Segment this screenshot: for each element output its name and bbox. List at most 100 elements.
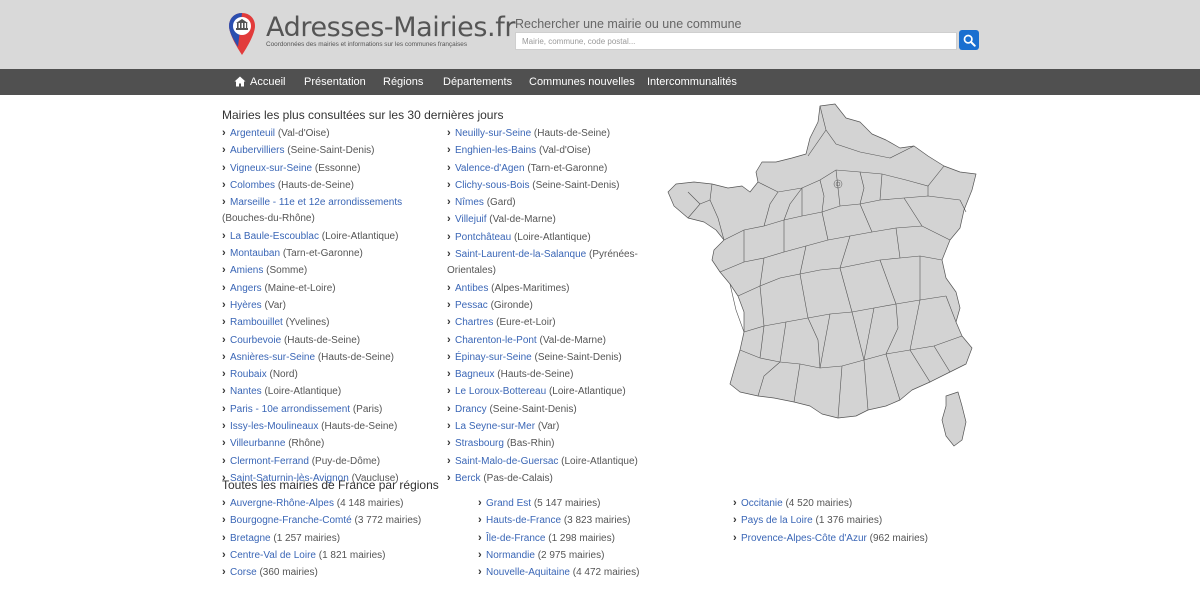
list-item: › Courbevoie (Hauts-de-Seine) bbox=[222, 332, 442, 349]
region-link[interactable]: Normandie bbox=[486, 550, 535, 561]
region-link[interactable]: Centre-Val de Loire bbox=[230, 550, 316, 561]
list-item: › Issy-les-Moulineaux (Hauts-de-Seine) bbox=[222, 418, 442, 435]
mairie-link[interactable]: Charenton-le-Pont bbox=[455, 335, 537, 346]
chevron-right-icon: › bbox=[447, 298, 451, 311]
item-context: (Tarn-et-Garonne) bbox=[527, 162, 608, 174]
item-context: (Gironde) bbox=[490, 299, 533, 311]
list-item: › Clichy-sous-Bois (Seine-Saint-Denis) bbox=[447, 177, 647, 194]
list-item: › Nîmes (Gard) bbox=[447, 194, 647, 211]
mairie-link[interactable]: Clermont-Ferrand bbox=[230, 456, 309, 467]
list-item: › Hauts-de-France (3 823 mairies) bbox=[478, 512, 728, 529]
nav-item-regions[interactable]: Régions bbox=[383, 69, 423, 95]
mairie-link[interactable]: Neuilly-sur-Seine bbox=[455, 128, 531, 139]
mairie-link[interactable]: Saint-Malo-de-Guersac bbox=[455, 456, 558, 467]
region-link[interactable]: Corse bbox=[230, 567, 257, 578]
mairie-link[interactable]: La Baule-Escoublac bbox=[230, 231, 319, 242]
mairie-link[interactable]: Chartres bbox=[455, 317, 493, 328]
chevron-right-icon: › bbox=[447, 316, 451, 329]
nav-item-presentation[interactable]: Présentation bbox=[304, 69, 366, 95]
chevron-right-icon: › bbox=[447, 368, 451, 381]
chevron-right-icon: › bbox=[447, 213, 451, 226]
mairie-link[interactable]: Hyères bbox=[230, 300, 262, 311]
mairie-link[interactable]: Clichy-sous-Bois bbox=[455, 180, 529, 191]
mairie-link[interactable]: Le Loroux-Bottereau bbox=[455, 386, 546, 397]
list-item: › Pontchâteau (Loire-Atlantique) bbox=[447, 229, 647, 246]
mairie-link[interactable]: Colombes bbox=[230, 180, 275, 191]
list-item: › Strasbourg (Bas-Rhin) bbox=[447, 435, 647, 452]
mairie-link[interactable]: Antibes bbox=[455, 283, 488, 294]
chevron-right-icon: › bbox=[222, 144, 226, 157]
france-departments-map[interactable] bbox=[660, 100, 990, 450]
chevron-right-icon: › bbox=[478, 531, 482, 544]
mairie-link[interactable]: Pessac bbox=[455, 300, 488, 311]
mairie-link[interactable]: Asnières-sur-Seine bbox=[230, 352, 315, 363]
chevron-right-icon: › bbox=[447, 420, 451, 433]
list-item: › Colombes (Hauts-de-Seine) bbox=[222, 177, 442, 194]
region-link[interactable]: Occitanie bbox=[741, 498, 783, 509]
chevron-right-icon: › bbox=[222, 531, 226, 544]
item-context: (5 147 mairies) bbox=[533, 498, 601, 509]
chevron-right-icon: › bbox=[478, 566, 482, 579]
nav-item-accueil[interactable]: Accueil bbox=[234, 69, 285, 95]
mairie-link[interactable]: Saint-Laurent-de-la-Salanque bbox=[455, 249, 586, 260]
list-item: › Nouvelle-Aquitaine (4 472 mairies) bbox=[478, 564, 728, 581]
mairie-link[interactable]: Valence-d'Agen bbox=[455, 163, 525, 174]
mairie-link[interactable]: Épinay-sur-Seine bbox=[455, 352, 532, 363]
item-context: (Loire-Atlantique) bbox=[561, 455, 638, 467]
mairie-link[interactable]: Issy-les-Moulineaux bbox=[230, 421, 318, 432]
mairie-link[interactable]: Aubervilliers bbox=[230, 145, 284, 156]
item-context: (4 472 mairies) bbox=[572, 567, 640, 579]
mairie-link[interactable]: Nantes bbox=[230, 386, 262, 397]
item-context: (Loire-Atlantique) bbox=[264, 386, 342, 398]
region-link[interactable]: Hauts-de-France bbox=[486, 515, 561, 526]
chevron-right-icon: › bbox=[222, 437, 226, 450]
mairie-link[interactable]: Paris - 10e arrondissement bbox=[230, 404, 350, 415]
list-item: › Berck (Pas-de-Calais) bbox=[447, 470, 647, 487]
mairie-link[interactable]: Vigneux-sur-Seine bbox=[230, 163, 312, 174]
region-link[interactable]: Bretagne bbox=[230, 533, 271, 544]
mairie-link[interactable]: Bagneux bbox=[455, 369, 494, 380]
region-link[interactable]: Île-de-France bbox=[486, 533, 545, 544]
nav-item-departements[interactable]: Départements bbox=[443, 69, 512, 95]
mairie-link[interactable]: Marseille - 11e et 12e arrondissements bbox=[230, 197, 402, 208]
mairie-link[interactable]: Rambouillet bbox=[230, 317, 283, 328]
mairie-link[interactable]: Angers bbox=[230, 283, 262, 294]
search-input[interactable] bbox=[515, 32, 957, 50]
nav-item-intercommunalites[interactable]: Intercommunalités bbox=[647, 69, 737, 95]
item-context: (Maine-et-Loire) bbox=[264, 282, 336, 294]
mairie-link[interactable]: Drancy bbox=[455, 404, 487, 415]
mairie-link[interactable]: Strasbourg bbox=[455, 438, 504, 449]
mairie-link[interactable]: Villeurbanne bbox=[230, 438, 285, 449]
mairie-link[interactable]: Roubaix bbox=[230, 369, 267, 380]
item-context: (Puy-de-Dôme) bbox=[311, 455, 381, 467]
mairie-link[interactable]: Enghien-les-Bains bbox=[455, 145, 536, 156]
mairie-link[interactable]: Amiens bbox=[230, 265, 263, 276]
chevron-right-icon: › bbox=[222, 368, 226, 381]
region-link[interactable]: Provence-Alpes-Côte d'Azur bbox=[741, 533, 867, 544]
search-button[interactable] bbox=[959, 30, 979, 50]
region-link[interactable]: Grand Est bbox=[486, 498, 531, 509]
chevron-right-icon: › bbox=[222, 316, 226, 329]
mairie-link[interactable]: Nîmes bbox=[455, 197, 484, 208]
nav-item-communes-nouvelles[interactable]: Communes nouvelles bbox=[529, 69, 635, 95]
mairie-link[interactable]: Montauban bbox=[230, 248, 280, 259]
mairie-link[interactable]: Argenteuil bbox=[230, 128, 275, 139]
item-context: (Tarn-et-Garonne) bbox=[282, 248, 363, 260]
mairie-link[interactable]: Berck bbox=[455, 473, 481, 484]
mairie-link[interactable]: Villejuif bbox=[455, 214, 487, 225]
mairie-link[interactable]: La Seyne-sur-Mer bbox=[455, 421, 535, 432]
mairie-link[interactable]: Courbevoie bbox=[230, 335, 281, 346]
region-link[interactable]: Pays de la Loire bbox=[741, 515, 813, 526]
item-context: (Essonne) bbox=[314, 162, 361, 174]
region-link[interactable]: Nouvelle-Aquitaine bbox=[486, 567, 570, 578]
region-link[interactable]: Auvergne-Rhône-Alpes bbox=[230, 498, 334, 509]
item-context: (Yvelines) bbox=[285, 317, 330, 329]
site-logo[interactable]: Adresses-Mairies.fr Coordonnées des mair… bbox=[228, 10, 515, 60]
chevron-right-icon: › bbox=[447, 144, 451, 157]
list-item: › Neuilly-sur-Seine (Hauts-de-Seine) bbox=[447, 125, 647, 142]
item-context: (Loire-Atlantique) bbox=[513, 231, 591, 243]
list-item: › Pays de la Loire (1 376 mairies) bbox=[733, 512, 983, 529]
list-item: › Drancy (Seine-Saint-Denis) bbox=[447, 401, 647, 418]
mairie-link[interactable]: Pontchâteau bbox=[455, 232, 511, 243]
region-link[interactable]: Bourgogne-Franche-Comté bbox=[230, 515, 352, 526]
